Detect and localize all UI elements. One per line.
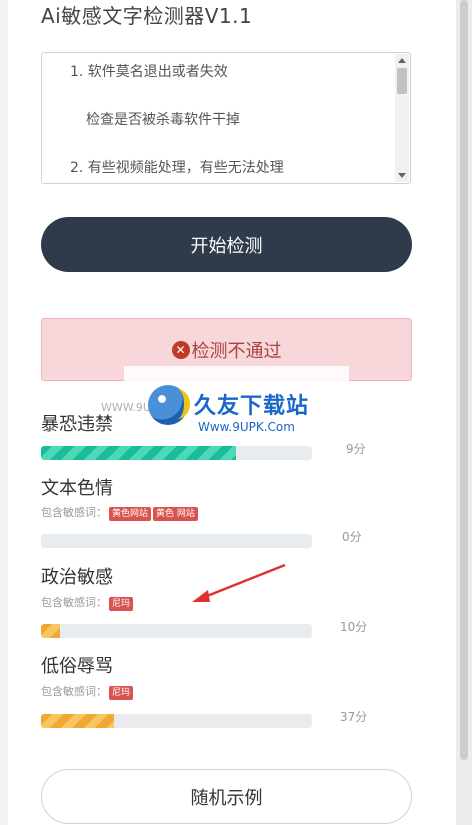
left-edge [0, 0, 8, 825]
category-score: 37分 [340, 710, 368, 724]
category-progress [41, 624, 312, 638]
progress-fill [41, 714, 115, 728]
scrollbar-thumb[interactable] [460, 0, 468, 760]
word-tag: 黄色网站 [109, 507, 152, 521]
random-example-button[interactable]: 随机示例 [41, 769, 412, 824]
scroll-up-icon[interactable] [398, 58, 406, 63]
watermark-url: Www.9UPK.Com [198, 420, 295, 434]
annotation-arrow-icon [192, 563, 286, 602]
scroll-down-icon[interactable] [398, 173, 406, 178]
watermark-logo-icon [148, 385, 190, 425]
sensitive-words-label: 包含敏感词： [41, 596, 107, 609]
watermark: WWW.9UP 久友下载站 Www.9UPK.Com [101, 366, 349, 444]
sensitive-words-label: 包含敏感词： [41, 685, 107, 698]
category-progress [41, 714, 312, 728]
category-title: 文本色情 [41, 478, 113, 499]
textarea-scroll-thumb[interactable] [397, 68, 407, 94]
window-scrollbar[interactable] [456, 0, 472, 825]
watermark-brand: 久友下载站 [194, 394, 310, 419]
category-progress [41, 534, 312, 548]
category-progress [41, 446, 312, 460]
page-title: Ai敏感文字检测器V1.1 [41, 4, 253, 28]
word-tag: 尼玛 [109, 597, 134, 611]
input-textarea[interactable]: 1. 软件莫名退出或者失效 检查是否被杀毒软件干掉 2. 有些视频能处理，有些无… [41, 52, 411, 184]
textarea-line: 1. 软件莫名退出或者失效 [70, 64, 228, 80]
result-status: 检测不通过 [191, 340, 282, 362]
progress-fill [41, 624, 60, 638]
sensitive-words-row: 包含敏感词： 黄色网站 黄色 网站 [41, 504, 198, 521]
sensitive-words-row: 包含敏感词： 尼玛 [41, 683, 134, 700]
category-score: 10分 [340, 620, 368, 634]
sensitive-words-row: 包含敏感词： 尼玛 [41, 594, 134, 611]
category-score: 0分 [342, 530, 362, 544]
category-title: 低俗辱骂 [41, 656, 113, 677]
textarea-line: 检查是否被杀毒软件干掉 [86, 112, 240, 128]
progress-fill [41, 446, 237, 460]
word-tag: 黄色 网站 [153, 507, 198, 521]
sensitive-words-label: 包含敏感词： [41, 506, 107, 519]
close-circle-icon: ✕ [171, 340, 190, 359]
category-title: 政治敏感 [41, 567, 113, 588]
textarea-scrollbar[interactable] [395, 54, 409, 182]
start-detect-button[interactable]: 开始检测 [41, 217, 412, 272]
word-tag: 尼玛 [109, 686, 134, 700]
app-window: Ai敏感文字检测器V1.1 1. 软件莫名退出或者失效 检查是否被杀毒软件干掉 … [0, 0, 472, 825]
textarea-line: 2. 有些视频能处理，有些无法处理 [70, 160, 284, 176]
